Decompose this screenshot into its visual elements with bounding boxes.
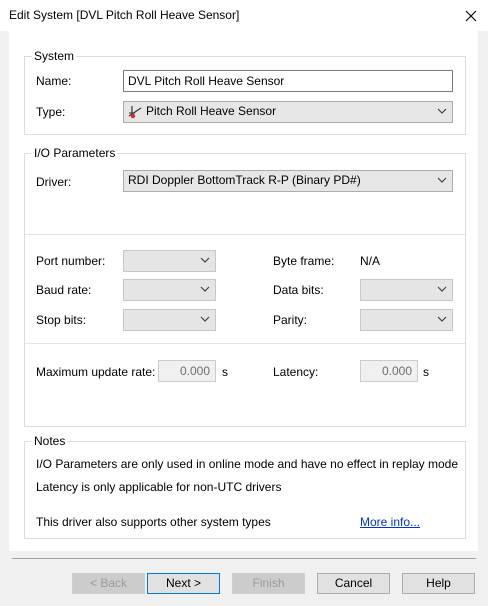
baud-rate-select[interactable] [123, 279, 216, 301]
notes-line-3: This driver also supports other system t… [36, 515, 271, 529]
latency-unit: s [423, 365, 429, 379]
name-label: Name: [36, 74, 72, 88]
chevron-down-icon [437, 316, 447, 322]
cancel-button[interactable]: Cancel [317, 573, 390, 594]
byte-frame-value: N/A [360, 254, 381, 268]
pitch-roll-heave-icon [128, 106, 142, 119]
max-update-rate-field[interactable]: 0.000 [158, 360, 216, 382]
baud-rate-label: Baud rate: [36, 283, 92, 297]
system-legend: System [32, 49, 77, 63]
driver-value: RDI Doppler BottomTrack R-P (Binary PD#) [128, 173, 361, 187]
help-button[interactable]: Help [402, 573, 475, 594]
port-number-select[interactable] [123, 250, 216, 272]
driver-label: Driver: [36, 175, 72, 189]
chevron-down-icon [437, 177, 447, 183]
notes-line-2: Latency is only applicable for non-UTC d… [36, 480, 282, 494]
stop-bits-label: Stop bits: [36, 313, 87, 327]
parity-select[interactable] [360, 309, 453, 331]
close-icon [465, 10, 477, 22]
close-button[interactable] [458, 3, 484, 29]
title-bar: Edit System [DVL Pitch Roll Heave Sensor… [0, 0, 488, 31]
dialog-panel: System Name: DVL Pitch Roll Heave Sensor… [9, 31, 478, 551]
button-separator [12, 558, 476, 559]
next-button[interactable]: Next > [147, 573, 220, 594]
notes-group: Notes I/O Parameters are only used in on… [24, 434, 466, 539]
type-label: Type: [36, 105, 66, 119]
io-divider-2 [25, 343, 465, 344]
io-parameters-legend: I/O Parameters [32, 146, 118, 160]
stop-bits-select[interactable] [123, 309, 216, 331]
parity-label: Parity: [273, 313, 308, 327]
name-field[interactable]: DVL Pitch Roll Heave Sensor [123, 70, 453, 92]
chevron-down-icon [437, 286, 447, 292]
driver-select[interactable]: RDI Doppler BottomTrack R-P (Binary PD#) [123, 170, 453, 192]
latency-field[interactable]: 0.000 [360, 360, 418, 382]
port-number-label: Port number: [36, 254, 106, 268]
type-select[interactable]: Pitch Roll Heave Sensor [123, 101, 453, 123]
finish-button[interactable]: Finish [232, 573, 305, 594]
notes-legend: Notes [32, 434, 68, 448]
max-update-rate-label: Maximum update rate: [36, 365, 156, 379]
notes-line-1: I/O Parameters are only used in online m… [36, 457, 459, 471]
latency-label: Latency: [273, 365, 319, 379]
back-button[interactable]: < Back [72, 573, 145, 594]
system-group: System Name: DVL Pitch Roll Heave Sensor… [24, 49, 466, 135]
chevron-down-icon [200, 286, 210, 292]
max-update-rate-unit: s [222, 365, 228, 379]
data-bits-select[interactable] [360, 279, 453, 301]
data-bits-label: Data bits: [273, 283, 324, 297]
chevron-down-icon [437, 108, 447, 114]
type-value: Pitch Roll Heave Sensor [146, 104, 277, 118]
more-info-link[interactable]: More info... [360, 515, 420, 529]
chevron-down-icon [200, 257, 210, 263]
byte-frame-label: Byte frame: [273, 254, 335, 268]
io-divider [25, 234, 465, 235]
chevron-down-icon [200, 316, 210, 322]
io-parameters-group: I/O Parameters Driver: RDI Doppler Botto… [24, 146, 466, 427]
window-title: Edit System [DVL Pitch Roll Heave Sensor… [9, 8, 240, 22]
